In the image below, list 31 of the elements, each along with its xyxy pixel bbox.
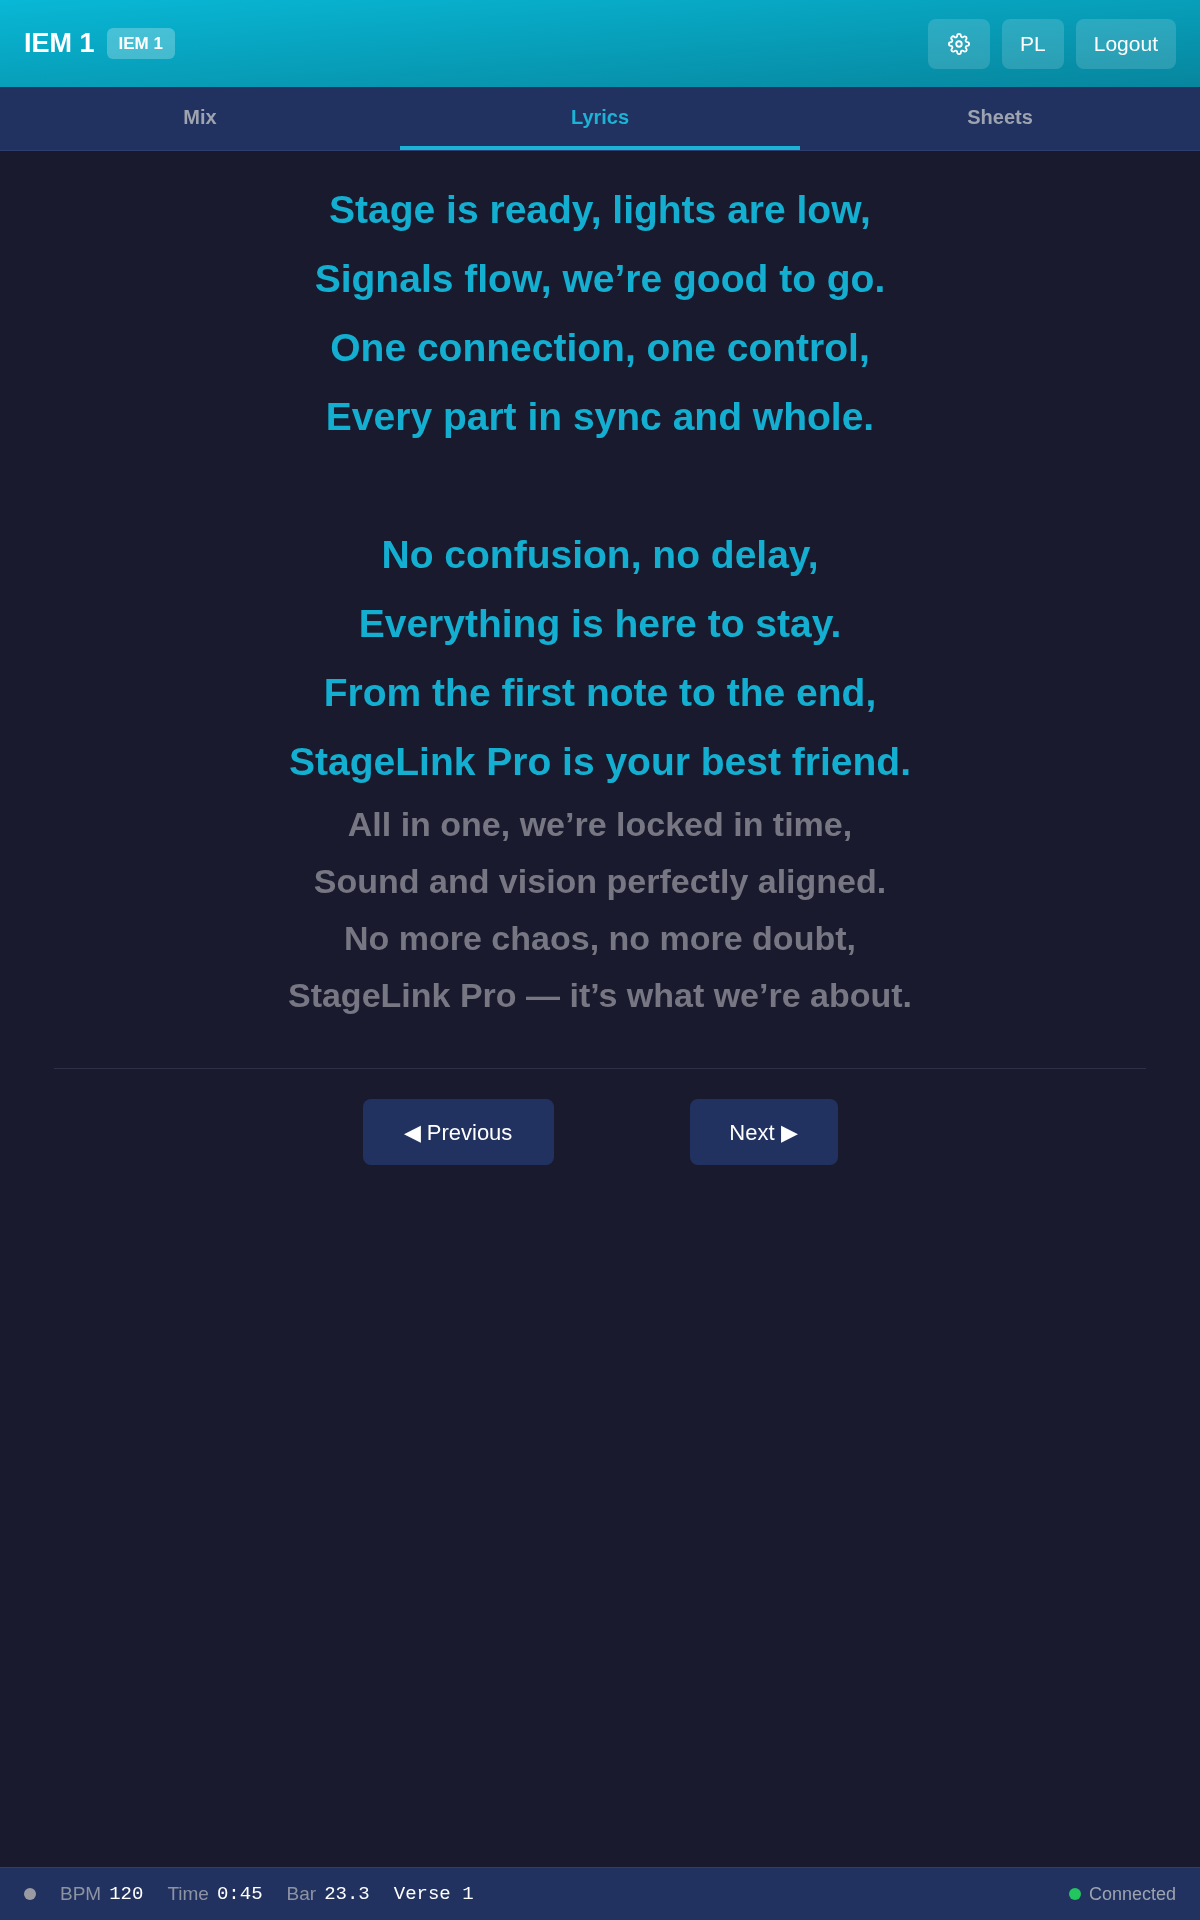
tab[interactable]: Sheets — [800, 87, 1200, 150]
device-badge: IEM 1 — [106, 27, 175, 60]
tab[interactable]: Mix — [0, 87, 400, 150]
lyric-line: StageLink Pro — it’s what we’re about. — [287, 975, 913, 1016]
lyric-line: Sound and vision perfectly aligned. — [313, 861, 887, 902]
app-title: IEM 1 — [24, 27, 95, 61]
lyric-line: Stage is ready, lights are low, — [329, 187, 871, 233]
status-value: 23.3 — [324, 1881, 370, 1907]
settings-icon — [948, 32, 971, 55]
next-button[interactable]: Next ▶ — [689, 1099, 838, 1165]
connection-status: Connected — [1088, 1882, 1176, 1906]
lyric-line: StageLink Pro is your best friend. — [289, 739, 911, 785]
lyric-line: No more chaos, no more doubt, — [344, 918, 856, 959]
lyric-line: Everything is here to stay. — [358, 601, 842, 647]
settings-button[interactable] — [928, 18, 991, 69]
lyric-line: No confusion, no delay, — [381, 532, 819, 578]
header-button[interactable]: Logout — [1075, 18, 1176, 69]
lyric-line: All in one, we’re locked in time, — [347, 804, 853, 845]
lyric-line: One connection, one control, — [330, 325, 870, 371]
previous-button[interactable]: ◀ Previous — [362, 1099, 554, 1165]
status-value: Verse 1 — [393, 1881, 474, 1907]
lyric-line: Every part in sync and whole. — [325, 394, 875, 440]
tab[interactable]: Lyrics — [400, 87, 800, 150]
lyric-line: From the first note to the end, — [323, 670, 877, 716]
lyric-line: Signals flow, we’re good to go. — [314, 256, 886, 302]
status-label: Time — [167, 1881, 209, 1906]
status-value: 120 — [109, 1881, 144, 1907]
status-label: BPM — [60, 1881, 102, 1906]
header-button[interactable]: PL — [1002, 18, 1064, 69]
status-label: Bar — [286, 1881, 317, 1906]
status-value: 0:45 — [216, 1881, 263, 1907]
